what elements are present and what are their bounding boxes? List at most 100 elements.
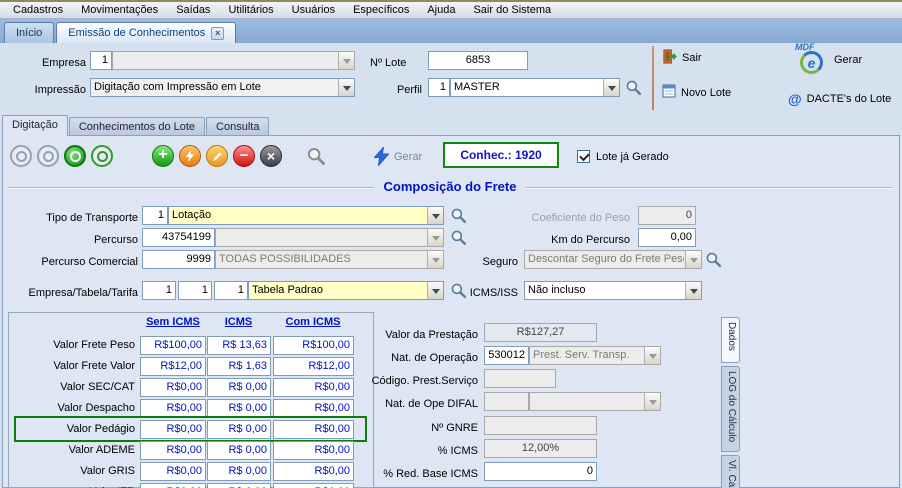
tipo-transporte-num-field[interactable]: 1 (142, 206, 168, 225)
cell-com-icms[interactable]: R$0,00 (273, 378, 354, 397)
search-icon[interactable] (705, 251, 722, 268)
chevron-down-icon[interactable] (338, 79, 354, 96)
cell-icms[interactable]: R$ 0,00 (207, 462, 271, 481)
side-tab-dados[interactable]: Dados (721, 317, 740, 363)
cell-sem-icms[interactable]: R$0,00 (140, 378, 206, 397)
cell-sem-icms[interactable]: R$0,00 (140, 420, 206, 439)
cell-icms[interactable]: R$ 0,00 (207, 378, 271, 397)
close-icon[interactable]: × (211, 27, 224, 40)
edit-button[interactable] (206, 145, 228, 167)
menu-bar: Cadastros Movimentações Saídas Utilitári… (0, 0, 902, 19)
cell-com-icms[interactable]: R$0,00 (273, 462, 354, 481)
row-label: Valor ITR (11, 482, 135, 488)
chevron-down-icon[interactable] (603, 79, 619, 96)
percurso-combo[interactable] (215, 228, 444, 247)
search-icon[interactable] (306, 146, 323, 163)
chevron-down-icon[interactable] (685, 282, 701, 299)
seguro-combo[interactable]: Descontar Seguro do Frete Peso (524, 250, 702, 269)
chevron-down-icon[interactable] (685, 251, 701, 268)
cell-com-icms[interactable]: R$0,00 (273, 441, 354, 460)
dacte-button[interactable]: @ DACTE's do Lote (788, 91, 891, 107)
ett-tarifa-field[interactable]: 1 (214, 281, 248, 300)
execute-button[interactable] (179, 145, 201, 167)
pct-red-base-icms-field[interactable]: 0 (484, 462, 597, 481)
cell-icms[interactable]: R$ 1,63 (207, 357, 271, 376)
cell-sem-icms[interactable]: R$0,00 (140, 483, 206, 488)
tab-digitacao[interactable]: Digitação (2, 115, 68, 136)
add-button[interactable] (152, 145, 174, 167)
percurso-comercial-combo[interactable]: TODAS POSSIBILIDADES (215, 250, 444, 269)
cell-sem-icms[interactable]: R$12,00 (140, 357, 206, 376)
cell-icms[interactable]: R$ 0,00 (207, 483, 271, 488)
chevron-down-icon[interactable] (644, 393, 660, 410)
cell-com-icms[interactable]: R$0,00 (273, 483, 354, 488)
percurso-comercial-num-field[interactable]: 9999 (142, 250, 215, 269)
combo-value: Lotação (169, 207, 426, 224)
tipo-transporte-combo[interactable]: Lotação (168, 206, 444, 225)
gerar-lote-button[interactable]: Gerar (374, 147, 422, 166)
cell-com-icms[interactable]: R$0,00 (273, 420, 354, 439)
last-record-button[interactable] (91, 145, 113, 167)
menu-utilitarios[interactable]: Utilitários (219, 2, 282, 18)
lote-field[interactable]: 6853 (428, 51, 528, 70)
side-tab-vl-calculado[interactable]: Vl. Cal (721, 455, 740, 488)
tab-conhecimentos-do-lote[interactable]: Conhecimentos do Lote (69, 117, 205, 136)
delete-button[interactable] (233, 145, 255, 167)
impressao-combo[interactable]: Digitação com Impressão em Lote (90, 78, 355, 97)
cell-sem-icms[interactable]: R$0,00 (140, 399, 206, 418)
icms-iss-combo[interactable]: Não incluso (524, 281, 702, 300)
cell-com-icms[interactable]: R$100,00 (273, 336, 354, 355)
side-tab-log-do-calculo[interactable]: LOG do Cálculo (721, 366, 740, 452)
menu-usuarios[interactable]: Usuários (283, 2, 344, 18)
chevron-down-icon[interactable] (427, 207, 443, 224)
search-icon[interactable] (450, 229, 467, 246)
percurso-num-field[interactable]: 43754199 (142, 228, 215, 247)
prior-record-button[interactable] (37, 145, 59, 167)
next-record-button[interactable] (64, 145, 86, 167)
cell-com-icms[interactable]: R$0,00 (273, 399, 354, 418)
ett-empresa-field[interactable]: 1 (142, 281, 176, 300)
nat-operacao-combo[interactable]: Prest. Serv. Transp. (529, 346, 661, 365)
cell-icms[interactable]: R$ 0,00 (207, 399, 271, 418)
first-record-button[interactable] (10, 145, 32, 167)
tab-consulta[interactable]: Consulta (206, 117, 269, 136)
cell-icms[interactable]: R$ 13,63 (207, 336, 271, 355)
cell-sem-icms[interactable]: R$0,00 (140, 462, 206, 481)
pencil-icon (212, 151, 223, 162)
impressao-label: Impressão (8, 81, 86, 100)
col-sem-icms: Sem ICMS (140, 316, 206, 328)
cell-icms[interactable]: R$ 0,00 (207, 420, 271, 439)
menu-movimentacoes[interactable]: Movimentações (72, 2, 167, 18)
menu-especificos[interactable]: Específicos (344, 2, 418, 18)
gerar-mdfe-button[interactable]: MDF e Gerar (795, 44, 862, 76)
menu-saidas[interactable]: Saídas (167, 2, 219, 18)
cancel-button[interactable] (260, 145, 282, 167)
cell-sem-icms[interactable]: R$100,00 (140, 336, 206, 355)
chevron-down-icon[interactable] (644, 347, 660, 364)
chevron-down-icon[interactable] (338, 52, 354, 69)
menu-ajuda[interactable]: Ajuda (418, 2, 464, 18)
ett-tabela-field[interactable]: 1 (178, 281, 212, 300)
tabela-combo[interactable]: Tabela Padrao (248, 281, 444, 300)
novo-lote-button[interactable]: Novo Lote (662, 84, 731, 101)
chevron-down-icon[interactable] (427, 229, 443, 246)
lote-ja-gerado-checkbox[interactable] (577, 150, 590, 163)
tab-emissao-conhecimentos[interactable]: Emissão de Conhecimentos × (56, 22, 236, 43)
search-icon[interactable] (450, 207, 467, 224)
perfil-num-field[interactable]: 1 (428, 78, 450, 97)
km-percurso-field[interactable]: 0,00 (638, 228, 696, 247)
empresa-combo[interactable] (112, 51, 355, 70)
search-icon[interactable] (625, 79, 642, 96)
sair-button[interactable]: Sair (662, 49, 702, 67)
cell-sem-icms[interactable]: R$0,00 (140, 441, 206, 460)
empresa-field[interactable]: 1 (90, 51, 112, 70)
tab-inicio[interactable]: Início (4, 22, 54, 43)
nat-ope-difal-combo[interactable] (529, 392, 661, 411)
menu-cadastros[interactable]: Cadastros (4, 2, 72, 18)
perfil-combo[interactable]: MASTER (450, 78, 620, 97)
cell-icms[interactable]: R$ 0,00 (207, 441, 271, 460)
nat-operacao-num-field[interactable]: 530012 (484, 346, 529, 365)
menu-sair-do-sistema[interactable]: Sair do Sistema (464, 2, 560, 18)
cell-com-icms[interactable]: R$12,00 (273, 357, 354, 376)
table-row: Valor ADEME R$0,00 R$ 0,00 R$0,00 (9, 440, 373, 461)
